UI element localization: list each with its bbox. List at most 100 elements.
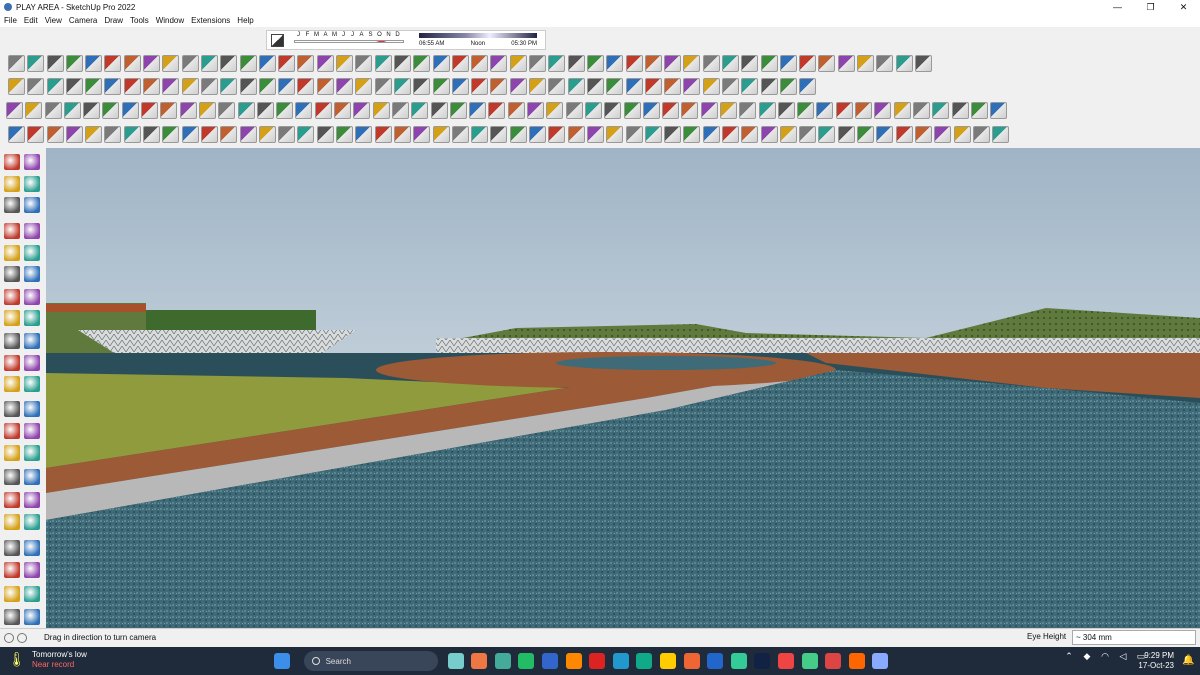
toolbar-tool-icon[interactable] bbox=[336, 125, 354, 143]
taskbar-app-icon[interactable] bbox=[565, 653, 582, 669]
toolbar-tool-icon[interactable] bbox=[393, 54, 411, 72]
large-tool-icon[interactable] bbox=[24, 376, 40, 392]
toolbar-tool-icon[interactable] bbox=[220, 125, 238, 143]
taskbar-app-icon[interactable] bbox=[683, 653, 700, 669]
large-tool-icon[interactable] bbox=[24, 289, 40, 305]
toolbar-tool-icon[interactable] bbox=[779, 77, 797, 95]
toolbar-tool-icon[interactable] bbox=[449, 101, 467, 119]
toolbar-tool-icon[interactable] bbox=[413, 125, 431, 143]
toolbar-tool-icon[interactable] bbox=[702, 54, 720, 72]
toolbar-tool-icon[interactable] bbox=[239, 77, 257, 95]
toolbar-tool-icon[interactable] bbox=[664, 125, 682, 143]
toolbar-tool-icon[interactable] bbox=[336, 77, 354, 95]
toolbar-tool-icon[interactable] bbox=[104, 125, 122, 143]
toolbar-tool-icon[interactable] bbox=[220, 54, 238, 72]
toolbar-tool-icon[interactable] bbox=[471, 77, 489, 95]
large-tool-icon[interactable] bbox=[24, 562, 40, 578]
toolbar-tool-icon[interactable] bbox=[200, 125, 218, 143]
toolbar-tool-icon[interactable] bbox=[278, 77, 296, 95]
toolbar-tool-icon[interactable] bbox=[683, 77, 701, 95]
toolbar-tool-icon[interactable] bbox=[972, 125, 990, 143]
large-tool-icon[interactable] bbox=[4, 266, 20, 282]
maximize-button[interactable]: ❐ bbox=[1134, 0, 1167, 14]
toolbar-tool-icon[interactable] bbox=[799, 54, 817, 72]
large-tool-icon[interactable] bbox=[4, 245, 20, 261]
toolbar-tool-icon[interactable] bbox=[179, 101, 197, 119]
menu-help[interactable]: Help bbox=[237, 16, 253, 25]
large-tool-icon[interactable] bbox=[24, 154, 40, 170]
month-slider[interactable] bbox=[294, 40, 404, 43]
notification-bell-icon[interactable]: 🔔 bbox=[1182, 655, 1194, 666]
large-tool-icon[interactable] bbox=[4, 514, 20, 530]
toolbar-tool-icon[interactable] bbox=[200, 77, 218, 95]
toolbar-tool-icon[interactable] bbox=[741, 77, 759, 95]
toolbar-tool-icon[interactable] bbox=[239, 125, 257, 143]
toolbar-tool-icon[interactable] bbox=[278, 54, 296, 72]
toolbar-tool-icon[interactable] bbox=[739, 101, 757, 119]
toolbar-tool-icon[interactable] bbox=[181, 77, 199, 95]
toolbar-tool-icon[interactable] bbox=[451, 77, 469, 95]
menu-edit[interactable]: Edit bbox=[24, 16, 38, 25]
large-tool-icon[interactable] bbox=[4, 223, 20, 239]
toolbar-tool-icon[interactable] bbox=[664, 54, 682, 72]
taskbar-app-icon[interactable] bbox=[825, 653, 842, 669]
toolbar-tool-icon[interactable] bbox=[46, 54, 64, 72]
large-tool-icon[interactable] bbox=[24, 333, 40, 349]
toolbar-tool-icon[interactable] bbox=[625, 77, 643, 95]
large-tool-icon[interactable] bbox=[4, 176, 20, 192]
large-tool-icon[interactable] bbox=[4, 401, 20, 417]
toolbar-tool-icon[interactable] bbox=[951, 101, 969, 119]
toolbar-tool-icon[interactable] bbox=[258, 77, 276, 95]
toolbar-tool-icon[interactable] bbox=[46, 77, 64, 95]
toolbar-tool-icon[interactable] bbox=[8, 125, 25, 143]
toolbar-tool-icon[interactable] bbox=[413, 54, 431, 72]
toolbar-tool-icon[interactable] bbox=[683, 54, 701, 72]
taskbar-app-icon[interactable] bbox=[541, 653, 558, 669]
toolbar-tool-icon[interactable] bbox=[857, 125, 875, 143]
toolbar-tool-icon[interactable] bbox=[218, 101, 236, 119]
toolbar-tool-icon[interactable] bbox=[586, 54, 604, 72]
toolbar-tool-icon[interactable] bbox=[374, 125, 392, 143]
menu-tools[interactable]: Tools bbox=[130, 16, 149, 25]
toolbar-tool-icon[interactable] bbox=[683, 125, 701, 143]
taskbar-app-icon[interactable] bbox=[777, 653, 794, 669]
chevron-up-icon[interactable]: ⌃ bbox=[1064, 651, 1074, 661]
toolbar-tool-icon[interactable] bbox=[953, 125, 971, 143]
toolbar-tool-icon[interactable] bbox=[314, 101, 332, 119]
toolbar-tool-icon[interactable] bbox=[278, 125, 296, 143]
toolbar-tool-icon[interactable] bbox=[799, 77, 817, 95]
large-tool-icon[interactable] bbox=[24, 401, 40, 417]
toolbar-tool-icon[interactable] bbox=[451, 125, 469, 143]
toolbar-tool-icon[interactable] bbox=[297, 125, 315, 143]
toolbar-tool-icon[interactable] bbox=[837, 125, 855, 143]
toolbar-tool-icon[interactable] bbox=[914, 54, 932, 72]
toolbar-tool-icon[interactable] bbox=[25, 101, 43, 119]
toolbar-tool-icon[interactable] bbox=[644, 54, 662, 72]
shield-icon[interactable]: ◆ bbox=[1082, 651, 1092, 661]
toolbar-tool-icon[interactable] bbox=[162, 125, 180, 143]
large-tool-icon[interactable] bbox=[24, 355, 40, 371]
large-tool-icon[interactable] bbox=[24, 197, 40, 213]
model-viewport[interactable] bbox=[46, 148, 1200, 628]
toolbar-tool-icon[interactable] bbox=[760, 77, 778, 95]
toolbar-tool-icon[interactable] bbox=[276, 101, 294, 119]
large-tool-icon[interactable] bbox=[4, 492, 20, 508]
weather-widget[interactable]: 🌡 Tomorrow's low Near record bbox=[8, 650, 87, 670]
large-tool-icon[interactable] bbox=[24, 423, 40, 439]
toolbar-tool-icon[interactable] bbox=[625, 54, 643, 72]
toolbar-tool-icon[interactable] bbox=[488, 101, 506, 119]
toolbar-tool-icon[interactable] bbox=[85, 77, 103, 95]
close-button[interactable]: ✕ bbox=[1167, 0, 1200, 14]
toolbar-tool-icon[interactable] bbox=[121, 101, 139, 119]
toolbar-tool-icon[interactable] bbox=[181, 125, 199, 143]
toolbar-tool-icon[interactable] bbox=[143, 77, 161, 95]
toolbar-tool-icon[interactable] bbox=[65, 125, 83, 143]
toolbar-tool-icon[interactable] bbox=[258, 125, 276, 143]
toolbar-tool-icon[interactable] bbox=[160, 101, 178, 119]
toolbar-tool-icon[interactable] bbox=[818, 54, 836, 72]
toolbar-tool-icon[interactable] bbox=[220, 77, 238, 95]
toolbar-tool-icon[interactable] bbox=[932, 101, 950, 119]
large-tool-icon[interactable] bbox=[4, 445, 20, 461]
taskbar-search[interactable]: Search bbox=[303, 651, 438, 671]
large-tool-icon[interactable] bbox=[4, 376, 20, 392]
